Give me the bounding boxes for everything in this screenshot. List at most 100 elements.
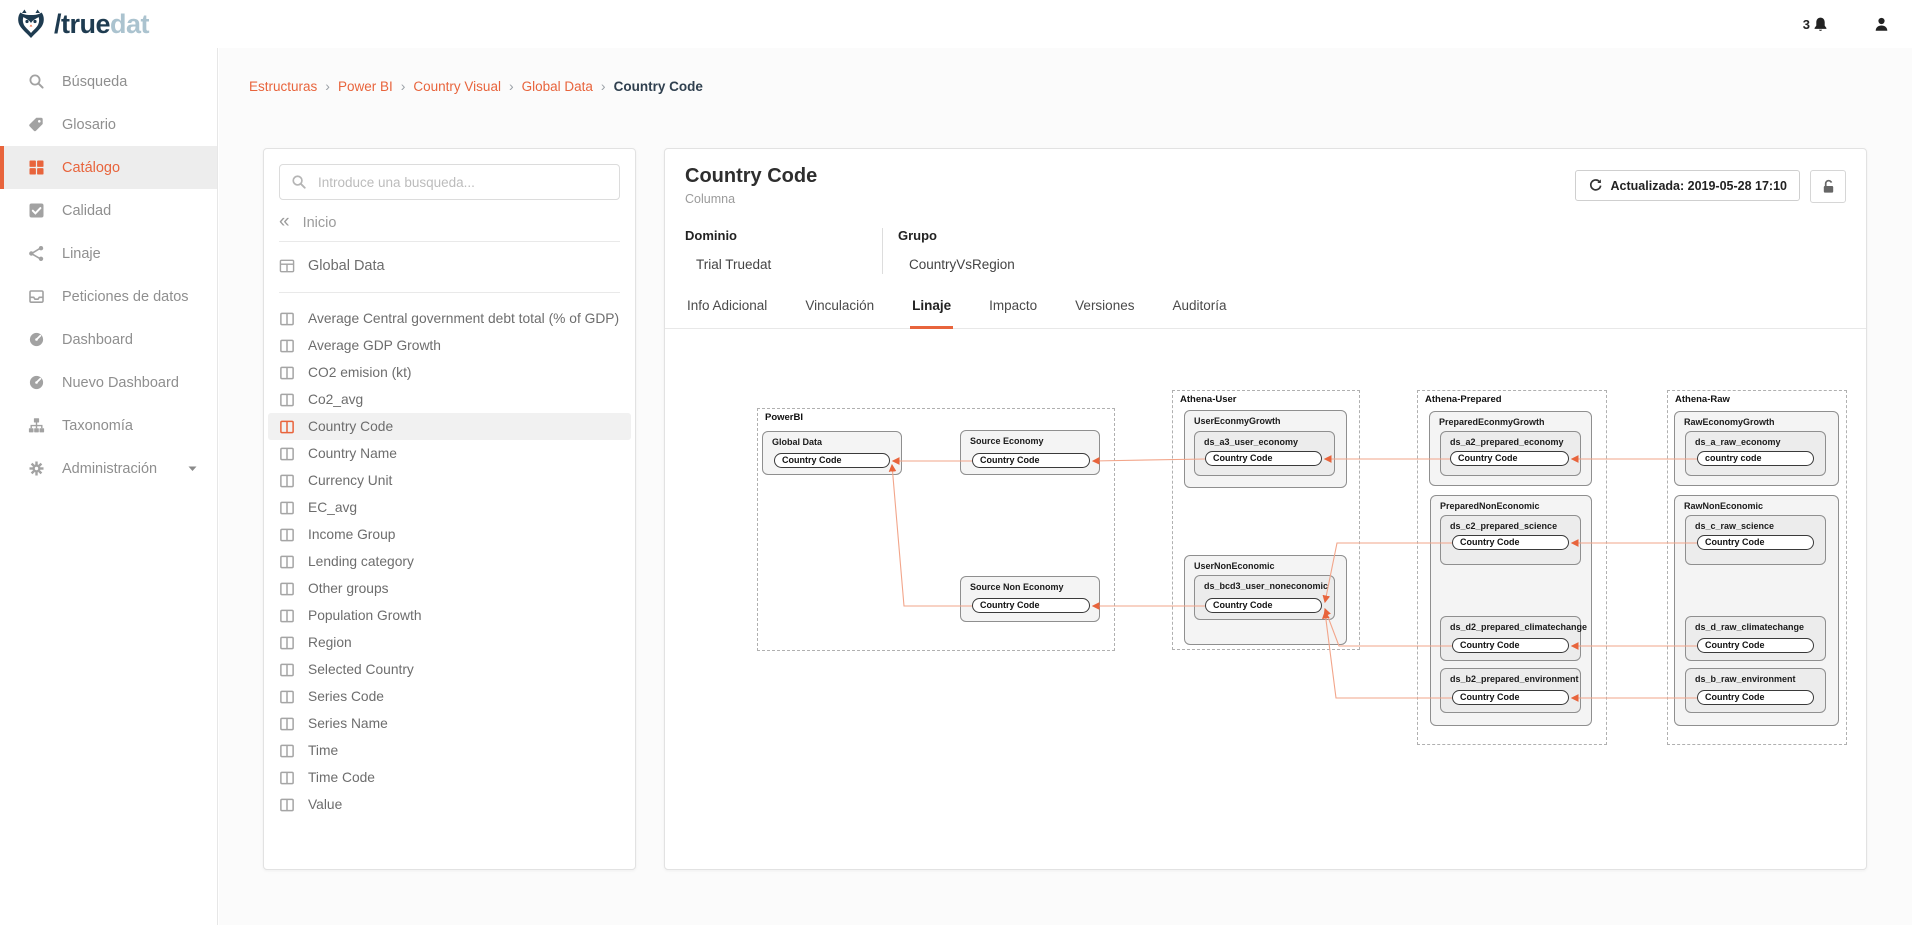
field-item-co2-avg[interactable]: Co2_avg bbox=[268, 386, 631, 413]
bell-icon bbox=[1812, 16, 1829, 33]
user-menu-button[interactable] bbox=[1873, 16, 1890, 33]
lineage-field-pill[interactable]: Country Code bbox=[1452, 535, 1569, 550]
column-icon bbox=[279, 392, 295, 408]
sidebar-item-label: Búsqueda bbox=[62, 74, 127, 90]
brand-wordmark: /truedat bbox=[54, 11, 149, 38]
app-header: /truedat 3 bbox=[0, 0, 1912, 48]
field-item-selected-country[interactable]: Selected Country bbox=[268, 656, 631, 683]
sidebar-item-linaje[interactable]: Linaje bbox=[0, 232, 217, 275]
sidebar-item-calidad[interactable]: Calidad bbox=[0, 189, 217, 232]
tab-vinculacion[interactable]: Vinculación bbox=[803, 298, 876, 329]
node-label: PreparedEconmyGrowth bbox=[1430, 412, 1591, 427]
lineage-field-pill[interactable]: Country Code bbox=[1452, 690, 1569, 705]
sidebar-item-peticiones-de-datos[interactable]: Peticiones de datos bbox=[0, 275, 217, 318]
structure-search bbox=[279, 164, 620, 200]
field-item-other-groups[interactable]: Other groups bbox=[268, 575, 631, 602]
field-item-label: EC_avg bbox=[308, 500, 357, 515]
structure-meta: Dominio Trial Truedat Grupo CountryVsReg… bbox=[665, 228, 1866, 274]
tab-info-adicional[interactable]: Info Adicional bbox=[685, 298, 769, 329]
field-item-label: Population Growth bbox=[308, 608, 422, 623]
parent-structure-item[interactable]: Global Data bbox=[279, 258, 620, 274]
field-item-country-name[interactable]: Country Name bbox=[268, 440, 631, 467]
tab-linaje[interactable]: Linaje bbox=[910, 298, 953, 329]
column-icon bbox=[279, 635, 295, 651]
cluster-label: Athena-Prepared bbox=[1425, 394, 1502, 405]
tab-auditoria[interactable]: Auditoría bbox=[1170, 298, 1228, 329]
breadcrumb-link-estructuras[interactable]: Estructuras bbox=[249, 79, 317, 94]
column-icon bbox=[279, 554, 295, 570]
node-label: UserEconmyGrowth bbox=[1185, 411, 1346, 426]
unlock-button[interactable] bbox=[1810, 170, 1846, 203]
brand-logo[interactable]: /truedat bbox=[14, 7, 149, 41]
field-item-co2-emision-kt[interactable]: CO2 emision (kt) bbox=[268, 359, 631, 386]
breadcrumb-link-country-visual[interactable]: Country Visual bbox=[413, 79, 501, 94]
lineage-field-pill[interactable]: Country Code bbox=[1452, 638, 1569, 653]
sidebar-item-label: Glosario bbox=[62, 117, 116, 133]
sidebar-item-label: Dashboard bbox=[62, 332, 133, 348]
column-icon bbox=[279, 743, 295, 759]
gear-icon bbox=[27, 460, 45, 477]
field-item-currency-unit[interactable]: Currency Unit bbox=[268, 467, 631, 494]
field-item-population-growth[interactable]: Population Growth bbox=[268, 602, 631, 629]
lineage-field-pill[interactable]: Country Code bbox=[1205, 451, 1322, 466]
field-item-series-code[interactable]: Series Code bbox=[268, 683, 631, 710]
sidebar-item-administracion[interactable]: Administración bbox=[0, 447, 217, 490]
back-to-home[interactable]: « Inicio bbox=[279, 215, 620, 231]
field-item-income-group[interactable]: Income Group bbox=[268, 521, 631, 548]
lineage-field-pill[interactable]: Country Code bbox=[1450, 451, 1569, 466]
sidebar: Búsqueda Glosario CatálogoCalidad Linaje Pet… bbox=[0, 48, 218, 925]
field-item-ec-avg[interactable]: EC_avg bbox=[268, 494, 631, 521]
column-icon bbox=[279, 797, 295, 813]
breadcrumb-current: Country Code bbox=[614, 79, 703, 94]
dominio-value: Trial Truedat bbox=[696, 257, 882, 272]
sidebar-item-nuevo-dashboard[interactable]: Nuevo Dashboard bbox=[0, 361, 217, 404]
field-item-average-gdp-growth[interactable]: Average GDP Growth bbox=[268, 332, 631, 359]
tab-impacto[interactable]: Impacto bbox=[987, 298, 1039, 329]
field-item-time[interactable]: Time bbox=[268, 737, 631, 764]
field-item-label: Average GDP Growth bbox=[308, 338, 441, 353]
structure-type-label: Columna bbox=[685, 192, 817, 206]
notifications-button[interactable]: 3 bbox=[1803, 16, 1829, 33]
chevron-right-icon: › bbox=[501, 78, 522, 94]
node-label: RawNonEconomic bbox=[1675, 496, 1838, 511]
gauge-icon bbox=[27, 374, 45, 391]
lineage-field-pill[interactable]: country code bbox=[1697, 451, 1814, 466]
sidebar-item-glosario[interactable]: Glosario bbox=[0, 103, 217, 146]
sidebar-item-busqueda[interactable]: Búsqueda bbox=[0, 60, 217, 103]
grid-icon bbox=[27, 159, 45, 176]
node-label: ds_c2_prepared_science bbox=[1441, 516, 1580, 531]
tab-versiones[interactable]: Versiones bbox=[1073, 298, 1136, 329]
sidebar-item-catalogo[interactable]: Catálogo bbox=[0, 146, 217, 189]
lineage-field-pill[interactable]: Country Code bbox=[1697, 638, 1814, 653]
field-item-lending-category[interactable]: Lending category bbox=[268, 548, 631, 575]
sidebar-item-dashboard[interactable]: Dashboard bbox=[0, 318, 217, 361]
field-item-country-code[interactable]: Country Code bbox=[268, 413, 631, 440]
field-item-average-central-government-debt-total-of-gdp[interactable]: Average Central government debt total (%… bbox=[268, 305, 631, 332]
column-icon bbox=[279, 419, 295, 435]
sidebar-item-label: Linaje bbox=[62, 246, 101, 262]
lineage-field-pill[interactable]: Country Code bbox=[1697, 535, 1814, 550]
breadcrumb-link-global-data[interactable]: Global Data bbox=[522, 79, 593, 94]
sidebar-item-taxonomia[interactable]: Taxonomía bbox=[0, 404, 217, 447]
field-item-region[interactable]: Region bbox=[268, 629, 631, 656]
breadcrumb-link-power-bi[interactable]: Power BI bbox=[338, 79, 393, 94]
cluster-label: PowerBI bbox=[765, 412, 803, 423]
node-label: ds_c_raw_science bbox=[1686, 516, 1825, 531]
lineage-field-pill[interactable]: Country Code bbox=[774, 453, 890, 468]
search-input[interactable] bbox=[316, 174, 608, 191]
field-item-value[interactable]: Value bbox=[268, 791, 631, 818]
node-label: Global Data bbox=[763, 432, 901, 447]
inbox-icon bbox=[27, 288, 45, 305]
lineage-field-pill[interactable]: Country Code bbox=[972, 453, 1090, 468]
field-list: Average Central government debt total (%… bbox=[264, 305, 635, 818]
field-item-series-name[interactable]: Series Name bbox=[268, 710, 631, 737]
structure-browser-panel: « Inicio Global Data Average Central gov… bbox=[263, 148, 636, 870]
refresh-updated-button[interactable]: Actualizada: 2019-05-28 17:10 bbox=[1575, 170, 1800, 201]
lineage-field-pill[interactable]: Country Code bbox=[1697, 690, 1814, 705]
field-item-label: Value bbox=[308, 797, 342, 812]
lineage-field-pill[interactable]: Country Code bbox=[1205, 598, 1322, 613]
chevron-right-icon: › bbox=[593, 78, 614, 94]
sidebar-item-label: Nuevo Dashboard bbox=[62, 375, 179, 391]
field-item-time-code[interactable]: Time Code bbox=[268, 764, 631, 791]
lineage-field-pill[interactable]: Country Code bbox=[972, 598, 1090, 613]
